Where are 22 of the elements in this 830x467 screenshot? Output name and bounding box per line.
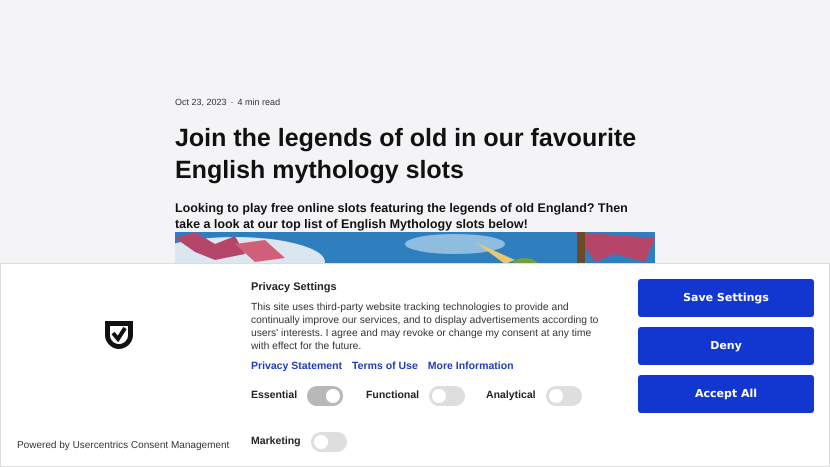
banner-description: This site uses third-party website tracking technologies to provide and continually improve our services, and to display advertisements according to users' interests. I agree and may revoke or change my consent at any time with effect for the future. (251, 300, 600, 352)
toggle-label: Marketing (251, 434, 301, 450)
banner-button[interactable]: Save Settings (638, 279, 814, 317)
toggle-switch[interactable] (546, 386, 582, 406)
toggle-label: Analytical (486, 388, 536, 404)
powered-by-text: Powered by Usercentrics Consent Management (17, 439, 230, 453)
toggle-label: Essential (251, 388, 298, 404)
toggle-label: Functional (366, 388, 420, 404)
banner-button[interactable]: Accept All (638, 375, 814, 413)
banner-link[interactable]: More Information (428, 358, 514, 374)
banner-link[interactable]: Privacy Statement (251, 358, 342, 374)
toggle-switch[interactable] (429, 386, 466, 406)
article-subtitle: Looking to play free online slots featuring the legends of old England? Then take a look at our top list of English Mythology slots below! (175, 200, 629, 232)
banner-title: Privacy Settings (251, 280, 338, 295)
read-time: 4 min read (238, 96, 280, 109)
post-date: Oct 23, 2023 (175, 96, 227, 109)
article-title: Join the legends of old in our favourite English mythology slots (175, 122, 638, 186)
separator: · (230, 96, 234, 109)
banner-button[interactable]: Deny (638, 327, 814, 365)
banner-link[interactable]: Terms of Use (352, 358, 418, 374)
shield-check-icon (103, 319, 135, 351)
toggle-switch[interactable] (310, 432, 347, 452)
